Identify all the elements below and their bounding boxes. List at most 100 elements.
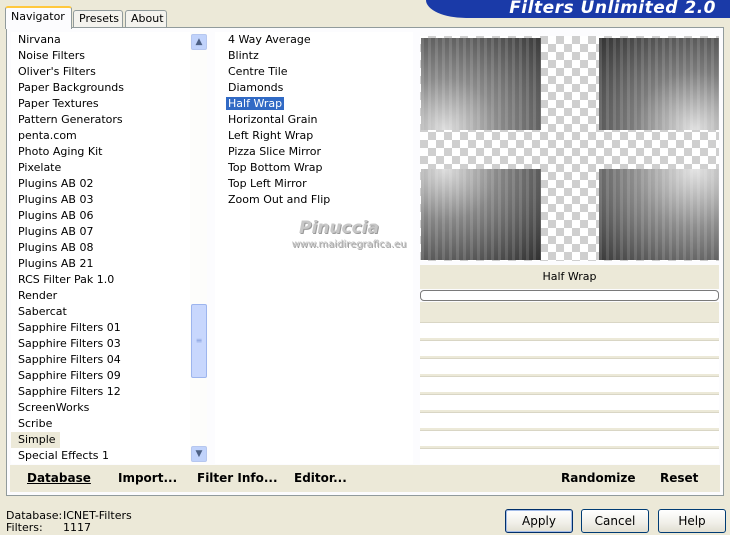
category-label: Sapphire Filters 04	[18, 353, 121, 366]
category-list[interactable]: Nirvana Noise Filters Oliver's Filters Pape…	[11, 32, 191, 464]
filter-label: Left Right Wrap	[228, 129, 314, 142]
parameter-area	[420, 302, 719, 464]
filter-list-item[interactable]: Top Bottom Wrap	[215, 160, 413, 176]
category-label: Plugins AB 06	[18, 209, 94, 222]
category-list-item[interactable]: Noise Filters	[11, 48, 191, 64]
filter-label: Horizontal Grain	[228, 113, 318, 126]
category-label: Plugins AB 02	[18, 177, 94, 190]
filter-list-item[interactable]: Zoom Out and Flip	[215, 192, 413, 208]
category-label: Pattern Generators	[18, 113, 123, 126]
watermark: Pinuccia www.maidiregrafica.eu	[215, 218, 413, 250]
title-banner: Filters Unlimited 2.0	[426, 0, 730, 18]
category-label: Sapphire Filters 09	[18, 369, 121, 382]
cancel-button[interactable]: Cancel	[581, 509, 649, 533]
category-label: Paper Textures	[18, 97, 99, 110]
filter-list-item[interactable]: Centre Tile	[215, 64, 413, 80]
filter-label: Blintz	[228, 49, 259, 62]
parameter-slot	[420, 412, 719, 428]
category-list-item[interactable]: Photo Aging Kit	[11, 144, 191, 160]
category-list-item[interactable]: Simple	[11, 432, 191, 448]
editor-button[interactable]: Editor...	[294, 464, 347, 492]
category-label: Simple	[11, 432, 60, 448]
category-list-item[interactable]: Pattern Generators	[11, 112, 191, 128]
filter-list-item[interactable]: 4 Way Average	[215, 32, 413, 48]
parameter-slot	[420, 340, 719, 356]
import-button[interactable]: Import...	[118, 464, 177, 492]
category-list-item[interactable]: Sapphire Filters 01	[11, 320, 191, 336]
category-label: Noise Filters	[18, 49, 85, 62]
parameter-slot	[420, 430, 719, 446]
preview-image	[420, 36, 719, 261]
database-button-label: Database	[27, 471, 91, 485]
app-title: Filters Unlimited 2.0	[509, 0, 716, 18]
category-label: Sapphire Filters 12	[18, 385, 121, 398]
tab-presets[interactable]: Presets	[73, 10, 123, 28]
category-list-item[interactable]: Sapphire Filters 03	[11, 336, 191, 352]
category-list-item[interactable]: Paper Backgrounds	[11, 80, 191, 96]
category-list-item[interactable]: Plugins AB 08	[11, 240, 191, 256]
randomize-button[interactable]: Randomize	[561, 464, 635, 492]
filter-list[interactable]: 4 Way Average Blintz Centre Tile Diamonds Ha…	[215, 32, 413, 464]
category-list-item[interactable]: Plugins AB 07	[11, 224, 191, 240]
category-list-item[interactable]: Sabercat	[11, 304, 191, 320]
watermark-name: Pinuccia	[299, 218, 379, 238]
category-scrollbar[interactable]: ▲ ≡ ▼	[190, 32, 207, 464]
category-list-item[interactable]: RCS Filter Pak 1.0	[11, 272, 191, 288]
category-list-item[interactable]: Oliver's Filters	[11, 64, 191, 80]
preview-quadrant	[421, 169, 541, 260]
filter-list-item[interactable]: Half Wrap	[215, 96, 413, 112]
category-list-item[interactable]: penta.com	[11, 128, 191, 144]
preview-quadrant	[599, 169, 719, 260]
parameter-slot	[420, 358, 719, 374]
category-label: ScreenWorks	[18, 401, 90, 414]
filter-label: Half Wrap	[226, 97, 285, 110]
filter-list-item[interactable]: Diamonds	[215, 80, 413, 96]
category-list-item[interactable]: Scribe	[11, 416, 191, 432]
filter-label: Top Bottom Wrap	[228, 161, 323, 174]
category-list-item[interactable]: Plugins AB 21	[11, 256, 191, 272]
filter-list-item[interactable]: Blintz	[215, 48, 413, 64]
filter-label: Zoom Out and Flip	[228, 193, 331, 206]
scroll-up-button[interactable]: ▲	[191, 34, 207, 50]
category-label: Special Effects 1	[18, 449, 110, 462]
category-list-item[interactable]: Paper Textures	[11, 96, 191, 112]
category-list-item[interactable]: Special Effects 1	[11, 448, 191, 464]
category-label: Plugins AB 21	[18, 257, 94, 270]
filter-list-item[interactable]: Horizontal Grain	[215, 112, 413, 128]
parameter-slot	[420, 376, 719, 392]
filter-label: Pizza Slice Mirror	[228, 145, 322, 158]
tab-navigator[interactable]: Navigator	[5, 6, 72, 29]
database-button[interactable]: Database	[27, 464, 91, 492]
category-label: Paper Backgrounds	[18, 81, 125, 94]
filters-count-value: 1117	[63, 521, 91, 534]
filter-list-item[interactable]: Left Right Wrap	[215, 128, 413, 144]
filter-label: 4 Way Average	[228, 33, 311, 46]
category-list-item[interactable]: Plugins AB 06	[11, 208, 191, 224]
reset-button[interactable]: Reset	[660, 464, 698, 492]
parameter-slot	[420, 448, 719, 464]
apply-button[interactable]: Apply	[505, 509, 573, 533]
category-list-item[interactable]: Render	[11, 288, 191, 304]
tab-about[interactable]: About	[125, 10, 167, 28]
category-label: Sapphire Filters 01	[18, 321, 121, 334]
category-list-item[interactable]: Nirvana	[11, 32, 191, 48]
filters-count-label: Filters:	[6, 521, 43, 534]
filter-list-item[interactable]: Pizza Slice Mirror	[215, 144, 413, 160]
scroll-thumb[interactable]: ≡	[191, 304, 207, 378]
category-list-item[interactable]: Sapphire Filters 04	[11, 352, 191, 368]
help-button[interactable]: Help	[658, 509, 726, 533]
scroll-down-button[interactable]: ▼	[191, 446, 207, 462]
preview-quadrant	[599, 38, 719, 130]
category-list-item[interactable]: Plugins AB 02	[11, 176, 191, 192]
filter-info-button[interactable]: Filter Info...	[197, 464, 278, 492]
category-label: Sapphire Filters 03	[18, 337, 121, 350]
category-list-item[interactable]: Plugins AB 03	[11, 192, 191, 208]
category-list-item[interactable]: Pixelate	[11, 160, 191, 176]
category-label: Sabercat	[18, 305, 67, 318]
category-list-item[interactable]: Sapphire Filters 09	[11, 368, 191, 384]
category-label: Plugins AB 08	[18, 241, 94, 254]
category-list-item[interactable]: ScreenWorks	[11, 400, 191, 416]
filter-list-item[interactable]: Top Left Mirror	[215, 176, 413, 192]
category-list-item[interactable]: Sapphire Filters 12	[11, 384, 191, 400]
category-label: penta.com	[18, 129, 77, 142]
